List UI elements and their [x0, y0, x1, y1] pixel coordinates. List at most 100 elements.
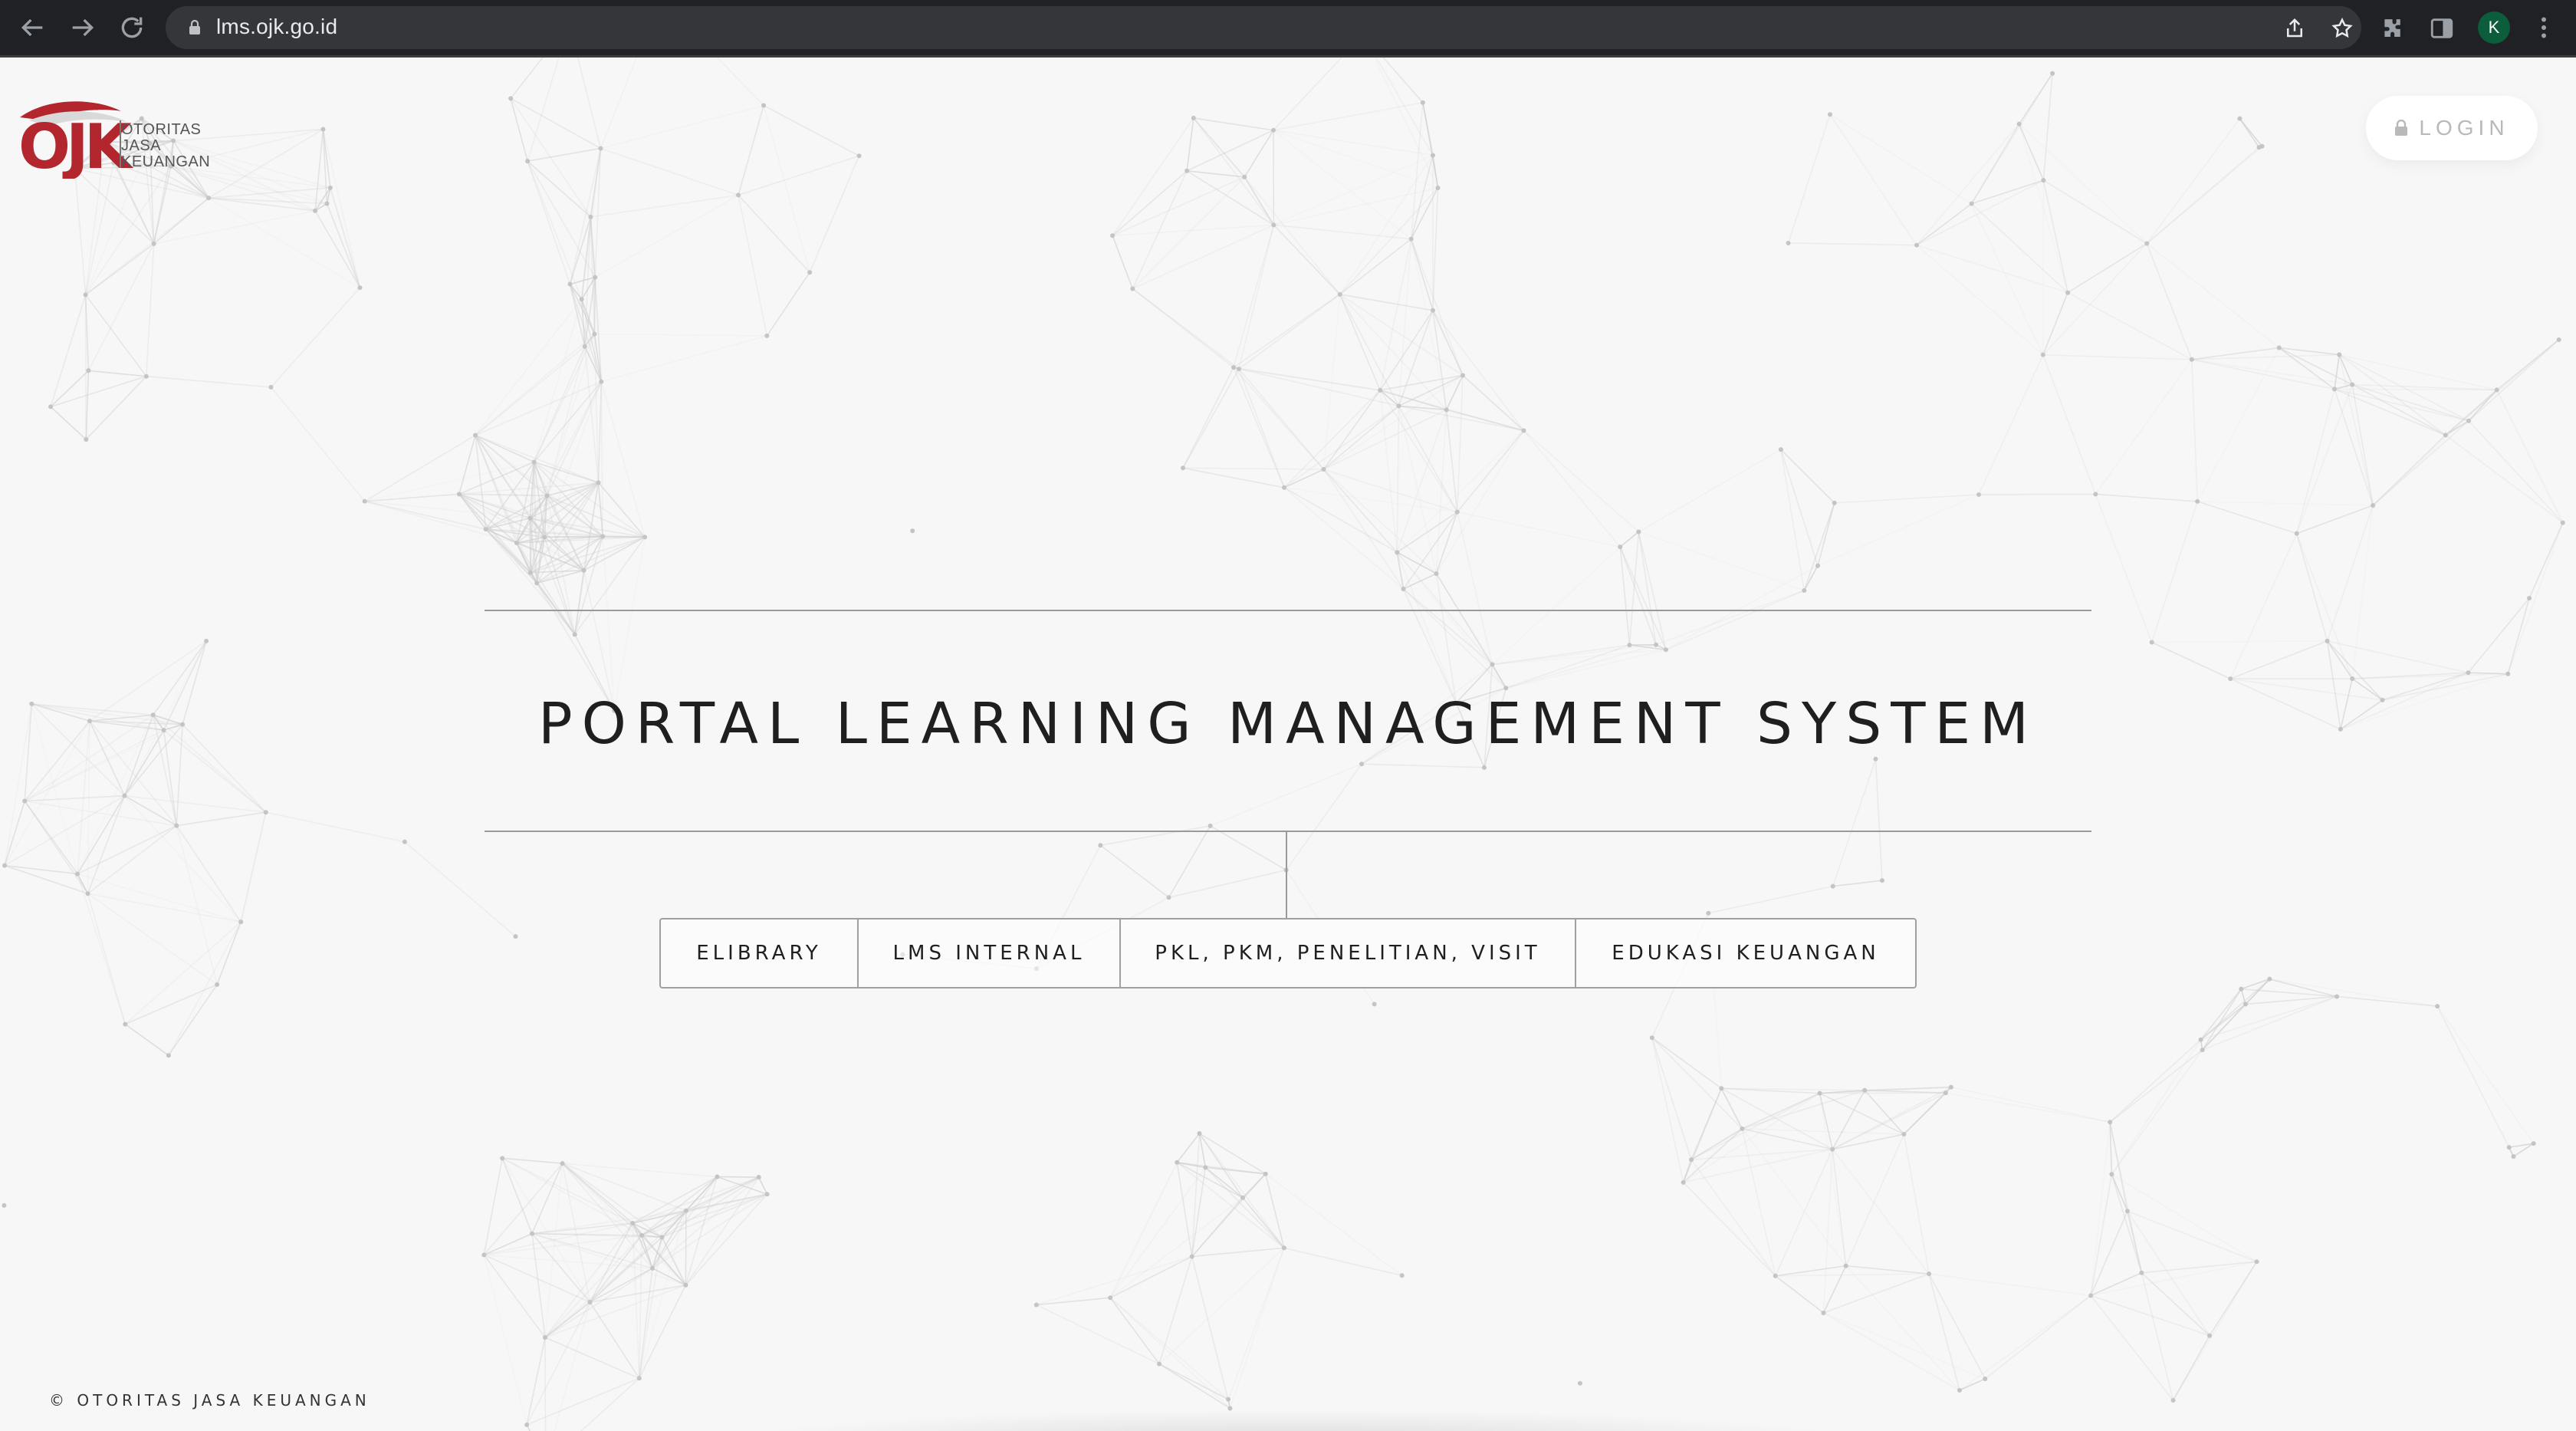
network-node [1577, 1380, 1582, 1386]
network-node [2505, 671, 2511, 676]
menu-item-lms-internal[interactable]: LMS INTERNAL [859, 919, 1121, 987]
network-edge [1971, 179, 2044, 205]
network-node [2093, 492, 2098, 497]
network-node [2371, 503, 2376, 508]
network-node [1181, 465, 1186, 471]
network-node [1230, 365, 1236, 370]
network-edge [1182, 368, 1240, 469]
network-edge [2172, 1261, 2258, 1401]
network-edge [1193, 117, 1274, 225]
network-edge [1339, 294, 1447, 410]
network-node [2350, 382, 2355, 387]
network-node [2527, 595, 2532, 600]
network-edge [600, 381, 603, 537]
network-edge [1845, 1265, 1960, 1391]
network-edge [1971, 203, 2068, 294]
logo-line-2: JASA [121, 137, 162, 154]
lock-icon[interactable] [186, 18, 204, 37]
network-node [1408, 236, 1414, 242]
network-node [2267, 976, 2272, 982]
network-node [683, 1282, 688, 1288]
network-node [513, 934, 518, 939]
network-edge [1191, 1133, 1201, 1257]
network-node [1843, 1263, 1848, 1268]
network-node [2435, 1004, 2440, 1009]
network-node [327, 185, 333, 190]
network-node [2195, 498, 2200, 504]
network-node [1271, 222, 1276, 228]
address-bar[interactable]: lms.ojk.go.id [166, 6, 2361, 49]
network-node [357, 285, 363, 291]
network-edge [2151, 640, 2328, 643]
network-edge [146, 243, 155, 377]
reload-icon[interactable] [117, 12, 147, 43]
network-edge [2372, 434, 2446, 506]
network-edge [314, 129, 324, 211]
star-icon[interactable] [2331, 17, 2354, 40]
network-edge [2326, 640, 2341, 730]
network-edge [1970, 73, 2053, 205]
menu-item-edukasi-keuangan[interactable]: EDUKASI KEUANGAN [1576, 919, 1915, 987]
network-edge [809, 155, 860, 273]
network-edge [544, 1285, 686, 1338]
network-edge [533, 381, 602, 463]
network-node [85, 891, 90, 896]
network-edge [240, 812, 267, 923]
share-icon[interactable] [2283, 17, 2306, 40]
network-node [86, 368, 91, 373]
network-node [2139, 1270, 2144, 1275]
network-edge [561, 1163, 653, 1269]
network-edge [1819, 1093, 1847, 1266]
network-edge [1398, 406, 1438, 574]
network-edge [1864, 1090, 1905, 1135]
profile-avatar[interactable]: K [2478, 12, 2510, 44]
url-text[interactable]: lms.ojk.go.id [216, 15, 337, 39]
network-node [2511, 1154, 2516, 1160]
network-node [2, 863, 8, 868]
login-button[interactable]: LOGIN [2366, 96, 2538, 160]
network-edge [1273, 224, 1341, 295]
network-edge [2507, 522, 2564, 675]
network-edge [562, 1163, 686, 1286]
network-edge [2200, 995, 2338, 1041]
network-edge [1191, 1247, 1284, 1258]
network-edge [573, 570, 585, 635]
network-edge [87, 243, 155, 371]
network-node [1821, 1310, 1826, 1315]
network-edge [1506, 649, 1667, 689]
menu-item-elibrary[interactable]: ELIBRARY [661, 919, 859, 987]
forward-icon[interactable] [67, 12, 98, 43]
network-node [324, 201, 330, 206]
network-edge [25, 794, 125, 802]
network-node [1969, 201, 1974, 206]
network-edge [2445, 339, 2560, 436]
network-node [1689, 1157, 1694, 1163]
network-edge [1829, 113, 1973, 205]
network-edge [1112, 224, 1274, 237]
network-node [1240, 1195, 1245, 1200]
side-panel-icon[interactable] [2429, 15, 2455, 41]
network-edge [1970, 203, 2044, 356]
puzzle-icon[interactable] [2380, 15, 2406, 41]
network-edge [1780, 449, 1819, 566]
network-edge [1775, 1265, 1846, 1277]
kebab-menu-icon[interactable] [2530, 14, 2558, 41]
network-edge [1787, 114, 1831, 244]
network-edge [2111, 1173, 2257, 1262]
network-node [1435, 185, 1441, 190]
network-node [525, 159, 531, 164]
network-edge [1182, 367, 1234, 469]
network-edge [24, 723, 183, 802]
network-node [2338, 726, 2343, 732]
network-edge [738, 105, 764, 196]
network-edge [163, 729, 267, 813]
back-icon[interactable] [17, 12, 48, 43]
network-node [1817, 1091, 1822, 1096]
network-edge [589, 1301, 640, 1379]
network-node [1378, 387, 1383, 393]
menu-item-pkl-pkm-penelitian-visit[interactable]: PKL, PKM, PENELITIAN, VISIT [1121, 919, 1576, 987]
network-edge [1339, 294, 1434, 311]
network-edge [88, 370, 146, 377]
network-edge [1158, 1256, 1193, 1364]
network-edge [738, 155, 859, 196]
